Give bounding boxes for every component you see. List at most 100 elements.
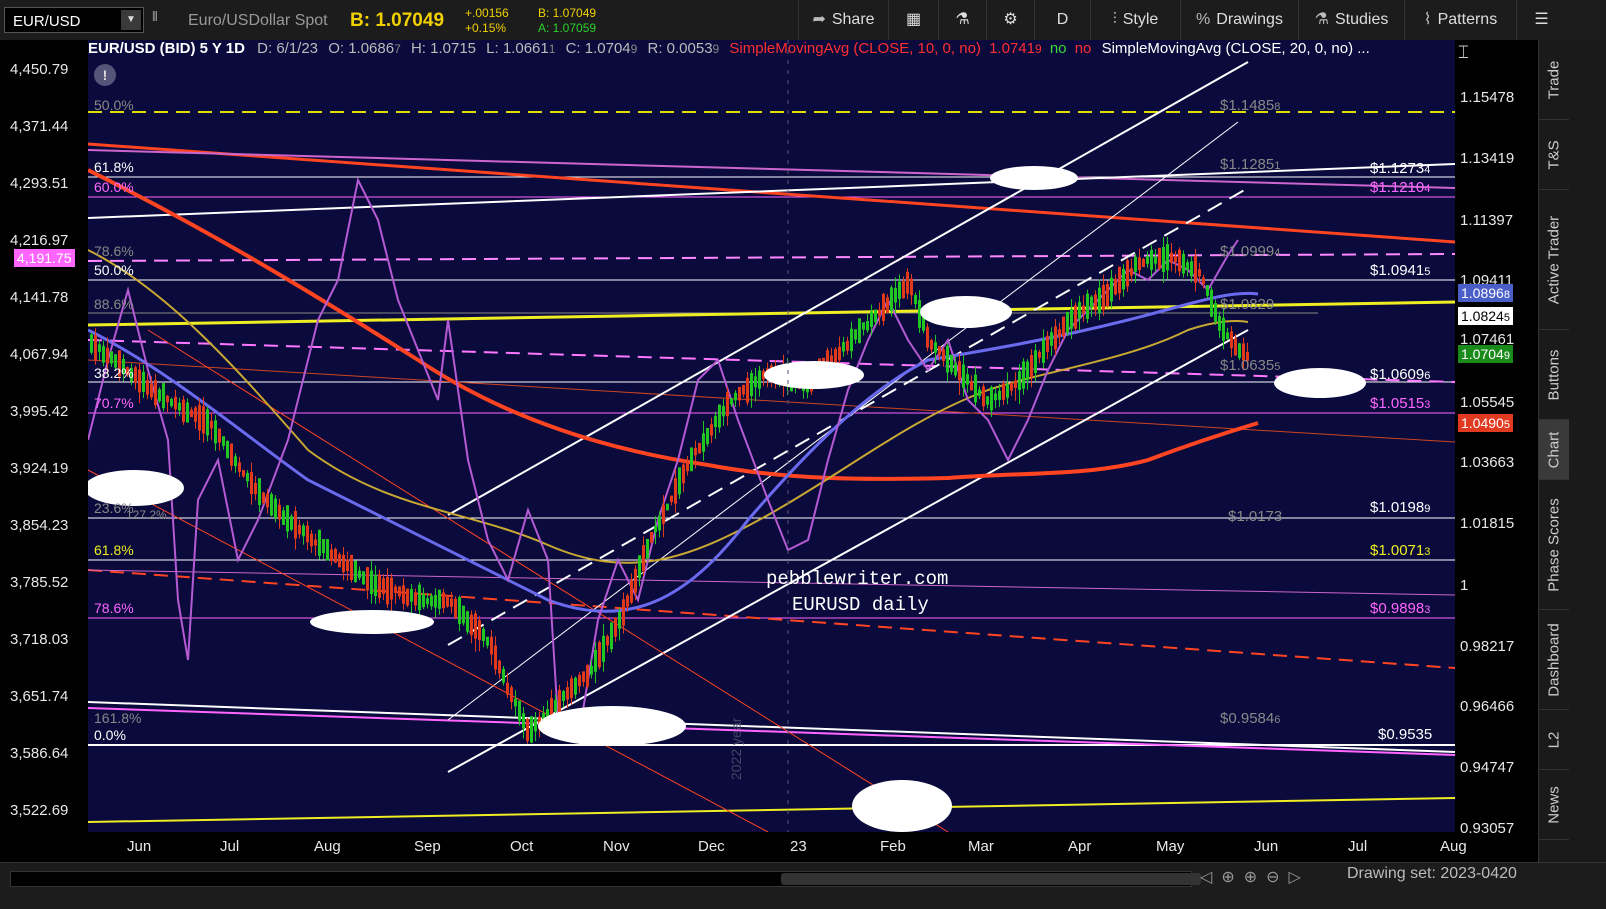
right-axis-tick: 1.05545 [1460,394,1515,411]
expand-icon[interactable]: ▷ [1289,869,1310,886]
fib-label: 78.6% [94,600,134,616]
time-axis-tick: Sep [414,838,441,855]
candle-body [870,311,873,328]
candle-body [470,614,473,636]
marker-oval [310,610,434,634]
scrollbar-thumb[interactable] [781,873,1201,885]
sma20-study[interactable]: SimpleMovingAvg (CLOSE, 20, 0, no) ... [1102,40,1370,57]
share-button[interactable]: ➦ Share [798,0,888,40]
marker-oval [764,361,864,389]
candle-body [634,568,637,593]
drawing-set-label[interactable]: Drawing set: 2023-0420 [1347,865,1517,883]
candle-body [226,440,229,459]
candle-body [498,660,501,674]
sidebar-tab-active-trader[interactable]: Active Trader [1539,190,1569,330]
candle-body [1114,278,1117,295]
candle-body [630,580,633,603]
candle-body [234,456,237,467]
candle-body [1022,361,1025,389]
candle-body [198,404,201,431]
info-icon[interactable]: ! [94,64,116,86]
left-axis-tick: 3,522.69 [10,802,69,819]
candle-body [294,510,297,539]
drawings-button[interactable]: % Drawings [1180,0,1298,40]
period-button[interactable]: D [1034,0,1090,40]
sidebar-tab-chart[interactable]: Chart [1539,420,1569,480]
patterns-button[interactable]: ⌇ Patterns [1404,0,1516,40]
left-price-axis[interactable] [0,40,88,862]
candle-body [210,420,213,429]
time-axis-tick: Aug [1440,838,1467,855]
sidebar-tab-phase-scores[interactable]: Phase Scores [1539,480,1569,610]
yellow-bottom-line [88,797,1455,823]
menu-button[interactable]: ☰ [1516,0,1566,40]
left-axis-tick: 4,216.97 [10,232,69,249]
candle-body [1210,289,1213,317]
candle-body [442,592,445,609]
level-label: $1.12734 [1370,160,1431,177]
style-button[interactable]: ⫶ Style [1090,0,1180,40]
candle-body [526,718,529,741]
candle-body [422,593,425,608]
candle-body [202,406,205,434]
candle-body [174,396,177,410]
collapse-icon[interactable]: ◁ [1200,869,1221,886]
candle-body [966,374,969,385]
candle-body [350,554,353,580]
level-label: $1.00713 [1370,542,1431,559]
time-axis[interactable] [88,832,1455,862]
sidebar-tab-l2[interactable]: L2 [1539,710,1569,770]
candle-body [754,376,757,388]
candle-body [462,605,465,624]
link-icon[interactable]: ⦀ [152,9,166,31]
candle-body [874,309,877,322]
candle-body [582,671,585,683]
fib-label: 0.0% [94,727,126,743]
crosshair-icon[interactable]: ⊕ [1221,869,1243,886]
sidebar-tab-buttons[interactable]: Buttons [1539,330,1569,420]
sma10-study[interactable]: SimpleMovingAvg (CLOSE, 10, 0, no) [729,40,981,57]
candle-body [662,504,665,524]
candle-body [930,340,933,350]
candle-body [258,478,261,506]
chart-scrollbar[interactable] [10,871,1201,887]
sidebar-tab-dashboard[interactable]: Dashboard [1539,610,1569,710]
settings-button[interactable]: ⚙ [986,0,1034,40]
zoom-in-icon[interactable]: ⊕ [1244,869,1266,886]
drawing-tool-icon[interactable]: ⌶ [1458,42,1469,63]
candle-body [882,293,885,321]
sidebar-tab-label: News [1545,785,1563,824]
time-axis-tick: Dec [698,838,725,855]
sidebar-tab-news[interactable]: News [1539,770,1569,840]
symbol-selector[interactable]: EUR/USD ▼ [4,7,144,33]
candle-body [518,700,521,721]
candle-body [1118,266,1121,294]
candle-body [646,538,649,559]
studies-button[interactable]: ⚗ Studies [1298,0,1404,40]
candle-body [842,342,845,352]
candle-body [602,635,605,662]
candle-body [1006,384,1009,398]
candle-body [690,447,693,472]
time-axis-tick: Jul [220,838,240,855]
candle-body [722,405,725,417]
candle-body [1142,258,1145,267]
chevron-down-icon[interactable]: ▼ [121,10,141,30]
chart-header: EUR/USD (BID) 5 Y 1D D: 6/1/23 O: 1.0686… [88,40,1370,57]
candle-body [414,592,417,606]
left-axis-tick: 3,995.42 [10,403,69,420]
candle-body [734,392,737,401]
candle-body [170,398,173,406]
lab-button[interactable]: ⚗ [938,0,986,40]
candle-body [266,493,269,508]
zoom-out-icon[interactable]: ⊖ [1266,869,1288,886]
sidebar-tab-t-s[interactable]: T&S [1539,120,1569,190]
symbol-input[interactable]: EUR/USD [13,13,81,30]
candle-body [1030,355,1033,378]
level-label: $1.09994 [1220,243,1281,260]
right-axis-tick: 1.15478 [1460,89,1515,106]
sidebar-tab-trade[interactable]: Trade [1539,40,1569,120]
layout-button[interactable]: ▦ [888,0,938,40]
level-label: $1.09415 [1370,262,1431,279]
change-value: +.00156 [465,6,509,20]
